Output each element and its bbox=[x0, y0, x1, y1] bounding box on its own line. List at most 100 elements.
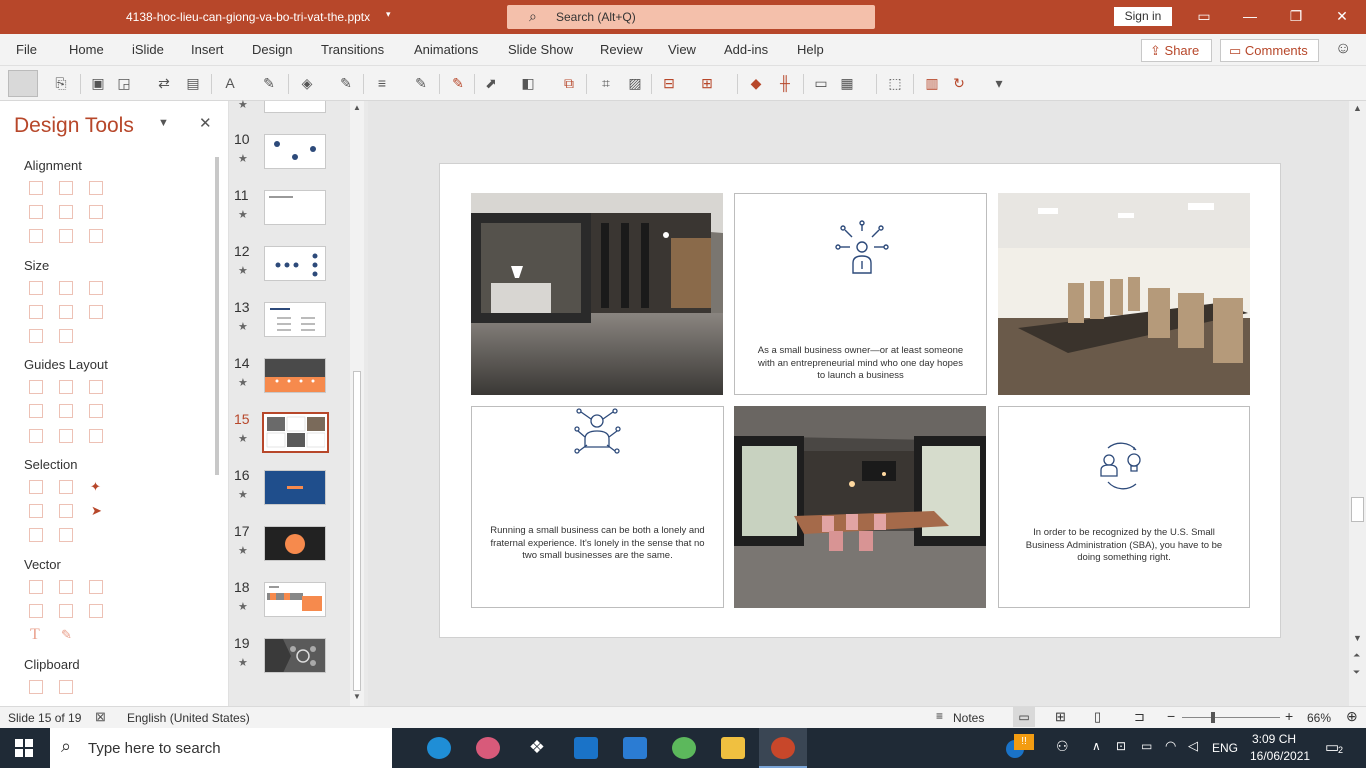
format-painter-icon[interactable]: ⎘ bbox=[52, 74, 70, 92]
tab-animations[interactable]: Animations bbox=[414, 42, 478, 57]
tab-islide[interactable]: iSlide bbox=[132, 42, 164, 57]
refresh-icon[interactable]: ↻ bbox=[950, 74, 968, 92]
clock-time[interactable]: 3:09 CH bbox=[1252, 732, 1296, 746]
sign-in-button[interactable]: Sign in bbox=[1114, 7, 1172, 26]
tab-insert[interactable]: Insert bbox=[191, 42, 224, 57]
store-icon[interactable] bbox=[623, 737, 647, 759]
replace-image-icon[interactable]: ▤ bbox=[184, 74, 202, 92]
slide-thumbnail[interactable] bbox=[264, 190, 326, 225]
scroll-thumb[interactable] bbox=[1351, 497, 1364, 522]
select-similar-icon[interactable] bbox=[29, 480, 43, 494]
search-box[interactable]: ⌕ Search (Alt+Q) bbox=[507, 5, 875, 29]
select-hidden-icon[interactable] bbox=[59, 528, 73, 542]
notes-icon[interactable]: ≡ bbox=[936, 709, 943, 723]
wifi-icon[interactable]: ◠ bbox=[1165, 738, 1176, 754]
share-button[interactable]: ⇪ Share bbox=[1141, 39, 1212, 62]
vector-fragment-icon[interactable] bbox=[89, 580, 103, 594]
guide-grid-icon[interactable] bbox=[89, 429, 103, 443]
vector-points-icon[interactable] bbox=[89, 604, 103, 618]
file-explorer-icon[interactable] bbox=[721, 737, 745, 759]
guide-left-icon[interactable] bbox=[29, 380, 43, 394]
select-group-icon[interactable] bbox=[29, 504, 43, 518]
guide-spread-v-icon[interactable] bbox=[59, 429, 73, 443]
text-card-2[interactable]: Running a small business can be both a l… bbox=[471, 406, 724, 608]
same-size-icon[interactable] bbox=[29, 281, 43, 295]
tab-review[interactable]: Review bbox=[600, 42, 643, 57]
vector-union-icon[interactable] bbox=[29, 580, 43, 594]
notes-button[interactable]: Notes bbox=[953, 711, 984, 725]
align-left-icon[interactable] bbox=[29, 181, 43, 195]
select-same-size-icon[interactable] bbox=[59, 480, 73, 494]
tab-help[interactable]: Help bbox=[797, 42, 824, 57]
magic-wand-icon[interactable]: ✦ bbox=[90, 479, 101, 495]
photo-meeting-room[interactable] bbox=[734, 406, 986, 608]
normal-view-icon[interactable]: ▭ bbox=[1013, 707, 1035, 727]
tab-design[interactable]: Design bbox=[252, 42, 292, 57]
guide-right-icon[interactable] bbox=[89, 380, 103, 394]
slide-thumbnail[interactable] bbox=[264, 302, 326, 337]
accessibility-icon[interactable]: ⊠ bbox=[95, 709, 106, 725]
align-top-icon[interactable] bbox=[29, 205, 43, 219]
tab-add-ins[interactable]: Add-ins bbox=[724, 42, 768, 57]
same-height-icon[interactable] bbox=[89, 281, 103, 295]
guide-bottom-icon[interactable] bbox=[89, 404, 103, 418]
design-tools-toggle-icon[interactable] bbox=[8, 70, 38, 97]
copy-icon[interactable] bbox=[29, 680, 43, 694]
powerpoint-taskbar-button[interactable] bbox=[759, 728, 807, 768]
select-layer-icon[interactable] bbox=[29, 528, 43, 542]
zoom-in-icon[interactable]: + bbox=[1285, 708, 1293, 724]
fill-color-icon[interactable]: ◈ bbox=[298, 74, 316, 92]
distribute-horizontal-icon[interactable] bbox=[29, 229, 43, 243]
tab-view[interactable]: View bbox=[668, 42, 696, 57]
resize-left-icon[interactable] bbox=[29, 329, 43, 343]
mail-icon[interactable] bbox=[574, 737, 598, 759]
stretch-height-icon[interactable] bbox=[59, 305, 73, 319]
tab-file[interactable]: File bbox=[16, 42, 37, 57]
swap-icon[interactable]: ⇄ bbox=[155, 74, 173, 92]
language-indicator[interactable]: English (United States) bbox=[127, 711, 250, 725]
text-icon[interactable]: T bbox=[30, 626, 40, 644]
close-pane-icon[interactable]: ✕ bbox=[199, 114, 212, 132]
minimize-icon[interactable]: — bbox=[1227, 0, 1273, 34]
photo-office-hallway[interactable] bbox=[471, 193, 723, 395]
zoom-out-icon[interactable]: − bbox=[1167, 708, 1175, 724]
windows-start-icon[interactable] bbox=[15, 739, 33, 757]
scroll-up-icon[interactable]: ▲ bbox=[353, 103, 361, 112]
resize-right-icon[interactable] bbox=[59, 329, 73, 343]
slide-thumbnail[interactable] bbox=[262, 412, 329, 453]
screenshot-icon[interactable]: ⬚ bbox=[886, 74, 904, 92]
pane-scrollbar[interactable] bbox=[215, 157, 219, 475]
tab-slide-show[interactable]: Slide Show bbox=[508, 42, 573, 57]
slide-thumbnail[interactable] bbox=[264, 134, 326, 169]
customize-toolbar-icon[interactable]: ▾ bbox=[990, 74, 1008, 92]
align-center-icon[interactable] bbox=[59, 181, 73, 195]
volume-icon[interactable]: ◁ bbox=[1188, 738, 1198, 754]
layers-icon[interactable]: ◆ bbox=[747, 74, 765, 92]
align-center-icon[interactable]: ╫ bbox=[776, 74, 794, 92]
merge-shapes-icon[interactable]: ⧉ bbox=[560, 74, 578, 92]
distribute-vertical-icon[interactable] bbox=[59, 229, 73, 243]
next-slide-icon[interactable]: ⏷ bbox=[1353, 667, 1360, 678]
guide-top-icon[interactable] bbox=[29, 404, 43, 418]
pointer-icon[interactable]: ➤ bbox=[91, 503, 102, 519]
tab-home[interactable]: Home bbox=[69, 42, 104, 57]
feedback-smiley-icon[interactable]: ☺ bbox=[1335, 40, 1351, 58]
slides-icon[interactable]: ▥ bbox=[923, 74, 941, 92]
align-right-icon[interactable] bbox=[89, 181, 103, 195]
alert-badge-icon[interactable]: !! bbox=[1014, 734, 1034, 750]
clock-date[interactable]: 16/06/2021 bbox=[1250, 749, 1310, 763]
align-bottom-icon[interactable] bbox=[89, 205, 103, 219]
previous-slide-icon[interactable]: ⏶ bbox=[1353, 650, 1360, 661]
people-icon[interactable]: ⚇ bbox=[1056, 738, 1069, 755]
layout-dropdown-icon[interactable]: ▦ bbox=[838, 74, 856, 92]
slide-thumbnail[interactable] bbox=[264, 582, 326, 617]
zoom-slider[interactable] bbox=[1182, 712, 1280, 723]
slide-canvas[interactable]: As a small business owner—or at least so… bbox=[439, 163, 1281, 638]
guide-middle-icon[interactable] bbox=[59, 404, 73, 418]
slideshow-icon[interactable]: ⊐ bbox=[1134, 709, 1145, 725]
stretch-width-icon[interactable] bbox=[29, 305, 43, 319]
chevron-down-icon[interactable]: ▾ bbox=[386, 9, 391, 20]
taskbar-search-box[interactable]: ⌕ Type here to search bbox=[50, 728, 392, 768]
line-eyedropper-icon[interactable]: ✎ bbox=[412, 74, 430, 92]
arrange-icon[interactable]: ◧ bbox=[519, 74, 537, 92]
